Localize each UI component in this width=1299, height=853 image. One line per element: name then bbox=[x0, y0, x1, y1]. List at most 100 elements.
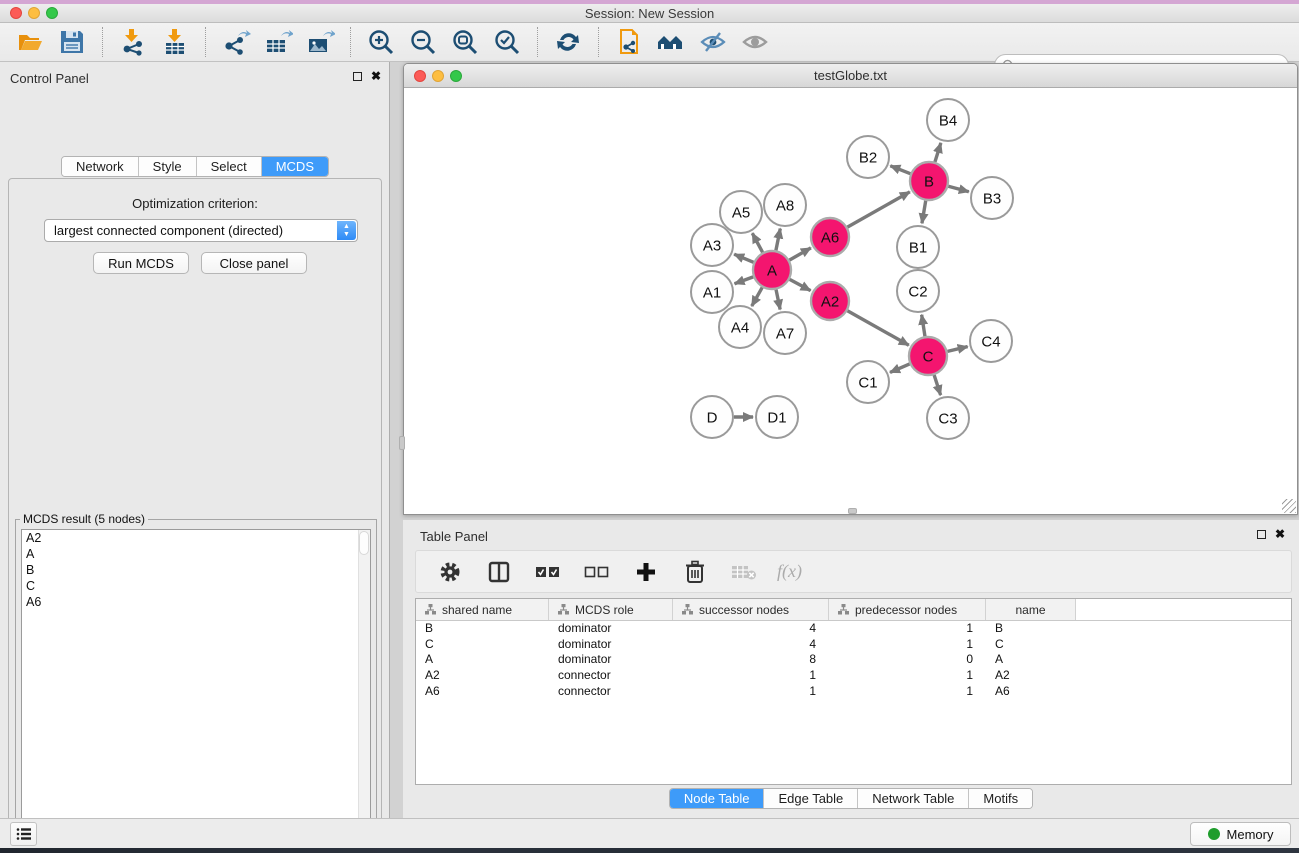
tab-node-table[interactable]: Node Table bbox=[670, 789, 765, 808]
export-image-icon[interactable] bbox=[304, 26, 336, 58]
graph-edge-A-A5[interactable] bbox=[752, 233, 762, 252]
table-cell[interactable]: 8 bbox=[673, 652, 829, 668]
import-table-icon[interactable] bbox=[159, 26, 191, 58]
column-header-name[interactable]: name bbox=[986, 599, 1076, 620]
tab-mcds[interactable]: MCDS bbox=[262, 157, 328, 176]
graph-edge-A-A1[interactable] bbox=[735, 277, 754, 284]
table-cell[interactable]: A bbox=[986, 652, 1076, 668]
graph-edge-A-A6[interactable] bbox=[789, 248, 810, 260]
table-cell[interactable]: connector bbox=[549, 668, 673, 684]
mcds-result-item[interactable]: A bbox=[22, 546, 370, 562]
scrollbar-track[interactable] bbox=[358, 530, 370, 851]
table-cell[interactable]: C bbox=[416, 637, 549, 653]
column-layout-icon[interactable] bbox=[483, 556, 515, 588]
mcds-result-item[interactable]: A6 bbox=[22, 594, 370, 610]
graph-edge-B-B3[interactable] bbox=[948, 186, 969, 192]
table-cell[interactable]: 1 bbox=[829, 684, 986, 700]
memory-button[interactable]: Memory bbox=[1190, 822, 1291, 846]
select-all-columns-icon[interactable] bbox=[532, 556, 564, 588]
column-header-MCDS-role[interactable]: MCDS role bbox=[549, 599, 673, 620]
network-close-button[interactable] bbox=[414, 70, 426, 82]
column-header-shared-name[interactable]: shared name bbox=[416, 599, 549, 620]
table-row[interactable]: Cdominator41C bbox=[416, 637, 1291, 653]
graph-edge-A-A2[interactable] bbox=[790, 279, 811, 290]
table-cell[interactable]: A bbox=[416, 652, 549, 668]
minimize-window-button[interactable] bbox=[28, 7, 40, 19]
graph-edge-A-A7[interactable] bbox=[776, 290, 780, 310]
graph-edge-C-C4[interactable] bbox=[947, 347, 967, 352]
table-cell[interactable]: A2 bbox=[986, 668, 1076, 684]
table-cell[interactable]: B bbox=[986, 621, 1076, 637]
graph-edge-A-A8[interactable] bbox=[776, 229, 780, 251]
tab-motifs[interactable]: Motifs bbox=[969, 789, 1032, 808]
graph-edge-A6-B[interactable] bbox=[847, 192, 909, 227]
table-cell[interactable]: 4 bbox=[673, 621, 829, 637]
export-table-icon[interactable] bbox=[262, 26, 294, 58]
task-history-button[interactable] bbox=[10, 822, 37, 846]
graph-edge-A-A4[interactable] bbox=[752, 287, 762, 306]
table-cell[interactable]: 1 bbox=[673, 684, 829, 700]
network-minimize-button[interactable] bbox=[432, 70, 444, 82]
network-resize-grip[interactable] bbox=[1282, 499, 1296, 513]
tab-network[interactable]: Network bbox=[62, 157, 139, 176]
function-builder-icon[interactable]: f(x) bbox=[777, 556, 802, 588]
zoom-window-button[interactable] bbox=[46, 7, 58, 19]
table-cell[interactable]: 1 bbox=[829, 621, 986, 637]
table-row[interactable]: Adominator80A bbox=[416, 652, 1291, 668]
network-window-titlebar[interactable]: testGlobe.txt bbox=[404, 64, 1297, 88]
float-panel-icon[interactable] bbox=[353, 72, 362, 81]
table-cell[interactable]: 1 bbox=[673, 668, 829, 684]
unselect-all-columns-icon[interactable] bbox=[581, 556, 613, 588]
mcds-result-item[interactable]: B bbox=[22, 562, 370, 578]
tab-select[interactable]: Select bbox=[197, 157, 262, 176]
network-hscroll-thumb[interactable] bbox=[848, 508, 857, 514]
table-row[interactable]: A2connector11A2 bbox=[416, 668, 1291, 684]
network-zoom-button[interactable] bbox=[450, 70, 462, 82]
delete-icon[interactable] bbox=[679, 556, 711, 588]
table-cell[interactable]: connector bbox=[549, 684, 673, 700]
network-canvas[interactable]: AA1A2A3A4A5A6A7A8BB1B2B3B4CC1C2C3C4DD1 bbox=[404, 88, 1297, 514]
mcds-result-item[interactable]: A2 bbox=[22, 530, 370, 546]
graph-edge-C-C1[interactable] bbox=[890, 364, 910, 373]
show-all-icon[interactable] bbox=[739, 26, 771, 58]
table-cell[interactable]: 1 bbox=[829, 637, 986, 653]
tab-style[interactable]: Style bbox=[139, 157, 197, 176]
save-icon[interactable] bbox=[56, 26, 88, 58]
export-network-icon[interactable] bbox=[220, 26, 252, 58]
table-cell[interactable]: B bbox=[416, 621, 549, 637]
table-cell[interactable]: A6 bbox=[416, 684, 549, 700]
graph-edge-B-B2[interactable] bbox=[890, 166, 910, 174]
table-cell[interactable]: dominator bbox=[549, 621, 673, 637]
table-cell[interactable]: dominator bbox=[549, 637, 673, 653]
zoom-selected-icon[interactable] bbox=[491, 26, 523, 58]
scrollbar-thumb[interactable] bbox=[359, 531, 369, 555]
close-panel-button[interactable]: Close panel bbox=[201, 252, 307, 274]
graph-edge-A-A3[interactable] bbox=[734, 254, 753, 262]
table-cell[interactable]: dominator bbox=[549, 652, 673, 668]
column-header-predecessor-nodes[interactable]: predecessor nodes bbox=[829, 599, 986, 620]
add-icon[interactable] bbox=[630, 556, 662, 588]
graph-edge-B-B1[interactable] bbox=[922, 201, 926, 224]
graph-edge-A2-C[interactable] bbox=[847, 311, 908, 345]
new-network-document-icon[interactable] bbox=[613, 26, 645, 58]
tab-network-table[interactable]: Network Table bbox=[858, 789, 969, 808]
hide-selected-icon[interactable] bbox=[697, 26, 729, 58]
run-mcds-button[interactable]: Run MCDS bbox=[93, 252, 189, 274]
import-network-icon[interactable] bbox=[117, 26, 149, 58]
criterion-dropdown[interactable]: largest connected component (directed) ▲… bbox=[44, 219, 358, 242]
graph-edge-B-B4[interactable] bbox=[935, 143, 941, 162]
first-neighbors-icon[interactable] bbox=[655, 26, 687, 58]
close-panel-icon[interactable]: ✖ bbox=[371, 71, 381, 81]
table-row[interactable]: A6connector11A6 bbox=[416, 684, 1291, 700]
table-cell[interactable]: C bbox=[986, 637, 1076, 653]
open-folder-icon[interactable] bbox=[14, 26, 46, 58]
float-panel-icon[interactable] bbox=[1257, 530, 1266, 539]
mcds-result-list[interactable]: A2ABCA6 bbox=[21, 529, 371, 852]
network-vscroll-thumb[interactable] bbox=[399, 436, 405, 450]
column-header-successor-nodes[interactable]: successor nodes bbox=[673, 599, 829, 620]
table-cell[interactable]: 1 bbox=[829, 668, 986, 684]
refresh-layout-icon[interactable] bbox=[552, 26, 584, 58]
zoom-in-icon[interactable] bbox=[365, 26, 397, 58]
delete-table-icon[interactable] bbox=[728, 556, 760, 588]
graph-edge-C-C3[interactable] bbox=[934, 375, 940, 395]
